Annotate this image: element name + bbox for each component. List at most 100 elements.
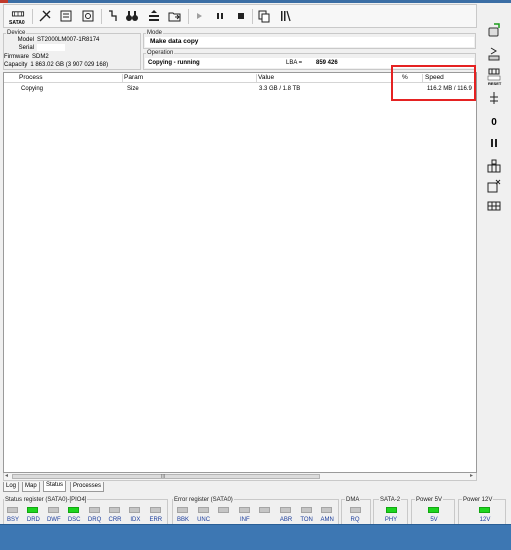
scroll-right-icon[interactable]: ▸ xyxy=(470,473,473,480)
sata2-led xyxy=(386,507,397,513)
status-register-led xyxy=(47,507,59,513)
pause-icon[interactable] xyxy=(212,8,228,24)
device-capacity-row: Capacity 1 863.02 GB (3 907 029 168) xyxy=(4,61,108,69)
row-process: Copying xyxy=(21,86,44,92)
status-register-led xyxy=(109,507,120,513)
mode-value: Make data copy xyxy=(150,38,199,45)
voltage-icon[interactable] xyxy=(485,90,503,106)
column-header-value[interactable]: Value xyxy=(258,74,274,82)
reset-label: RESET xyxy=(488,81,502,86)
status-register-led xyxy=(27,507,39,513)
power12v-group: Power 12V 12V xyxy=(458,496,506,527)
sata-port-label: SATA0 xyxy=(9,20,25,26)
dma-led-label: RQ xyxy=(350,517,360,523)
sata2-led-label: PHY xyxy=(384,517,398,523)
copy-stack-icon[interactable] xyxy=(146,8,162,24)
device-capacity-value: 1 863.02 GB (3 907 029 168) xyxy=(30,62,109,68)
scroll-left-icon[interactable]: ◂ xyxy=(5,473,8,480)
taskbar-edge xyxy=(0,524,511,525)
status-register-group: Status register (SATA0)-[PIO4] BSY DRD DWF… xyxy=(3,496,168,527)
mode-value-box: Make data copy xyxy=(145,37,474,47)
grid-lock-icon[interactable] xyxy=(485,158,503,174)
copy-pages-icon[interactable] xyxy=(256,8,272,24)
scroll-thumb[interactable]: III xyxy=(12,474,320,480)
status-register-led-label: IDX xyxy=(130,517,141,523)
tab-status[interactable]: Status xyxy=(43,481,67,492)
pause-side-icon[interactable] xyxy=(485,135,503,151)
device-model-value: ST2000LM007-1R8174 xyxy=(37,37,100,43)
error-register-led-label: AMN xyxy=(320,517,334,523)
column-divider[interactable] xyxy=(122,74,123,82)
column-header-param[interactable]: Param xyxy=(124,74,143,82)
toolbar-separator xyxy=(101,9,102,24)
zero-indicator-label: 0 xyxy=(491,116,497,128)
error-register-led xyxy=(177,507,188,513)
error-register-label: Error register (SATA0) xyxy=(173,496,234,504)
status-register-led-label: DSC xyxy=(67,517,81,523)
tally-icon[interactable] xyxy=(277,8,293,24)
error-register-led xyxy=(197,507,209,513)
status-register-led xyxy=(149,507,161,513)
grid-arrows-icon[interactable] xyxy=(485,198,503,214)
error-register-group: Error register (SATA0) BBK UNC INF ABR TON AM… xyxy=(172,496,339,527)
error-register-led xyxy=(300,507,312,513)
zero-indicator-icon[interactable]: 0 xyxy=(485,114,503,130)
power5v-led xyxy=(428,507,439,513)
error-register-led xyxy=(280,507,291,513)
mode-group: Mode Make data copy xyxy=(143,29,476,49)
error-register-led xyxy=(259,507,271,513)
device-serial-row: Serial xyxy=(6,44,65,52)
tools-icon[interactable] xyxy=(37,8,53,24)
chip-info-icon[interactable] xyxy=(58,8,74,24)
error-register-led xyxy=(218,507,230,513)
status-register-led-label: DRQ xyxy=(87,517,102,523)
tab-log[interactable]: Log xyxy=(3,482,20,492)
row-value: 3.3 GB / 1.8 TB xyxy=(259,86,301,92)
device-firmware-value: SDM2 xyxy=(32,54,49,60)
error-register-led-label: TON xyxy=(300,517,313,523)
error-register-led xyxy=(238,507,250,513)
process-list[interactable]: Process Param Value % Speed Copying Size… xyxy=(3,72,477,473)
device-model-row: Model ST2000LM007-1R8174 xyxy=(6,36,100,44)
column-header-process[interactable]: Process xyxy=(19,74,42,82)
status-register-led xyxy=(7,507,18,513)
tab-map[interactable]: Map xyxy=(22,482,40,492)
power12v-led-label: 12V xyxy=(479,517,491,523)
error-register-led-label: INF xyxy=(239,517,250,523)
power5v-label: Power 5V xyxy=(415,496,444,504)
device-serial-value xyxy=(37,44,65,51)
mode-group-label: Mode xyxy=(146,29,164,37)
error-register-led-label: UNC xyxy=(197,517,211,523)
tab-processes[interactable]: Processes xyxy=(70,482,105,492)
operation-group-label: Operation xyxy=(146,49,175,57)
error-register-led xyxy=(321,507,333,513)
error-register-led-label: ABR xyxy=(279,517,293,523)
sata2-label: SATA-2 xyxy=(379,496,402,504)
folder-arrow-icon[interactable] xyxy=(167,8,183,24)
dma-group: DMA RQ xyxy=(341,496,371,527)
play-icon[interactable] xyxy=(191,8,207,24)
binoculars-icon[interactable] xyxy=(124,8,140,24)
highlight-box xyxy=(391,65,476,101)
horizontal-scrollbar[interactable]: ◂ III ▸ xyxy=(3,473,477,481)
window-close-icon[interactable] xyxy=(485,178,503,194)
app-marker xyxy=(0,0,8,3)
taskbar xyxy=(0,524,511,550)
power12v-label: Power 12V xyxy=(462,496,494,504)
device-model-key: Model xyxy=(17,37,34,43)
drive-arrow-icon[interactable] xyxy=(485,46,503,62)
probe-icon[interactable] xyxy=(105,8,121,24)
reset-icon[interactable] xyxy=(485,66,503,82)
stop-icon[interactable] xyxy=(233,8,249,24)
window-title-strip xyxy=(0,0,511,3)
drive-plug-icon[interactable] xyxy=(485,22,503,38)
lba-value: 859 426 xyxy=(316,60,338,66)
drive-info-icon[interactable] xyxy=(80,8,96,24)
status-register-led xyxy=(88,507,100,513)
lba-label: LBA = xyxy=(286,60,303,66)
status-register-led-label: CRR xyxy=(108,517,122,523)
dma-led xyxy=(350,507,361,513)
column-divider[interactable] xyxy=(256,74,257,82)
sata2-group: SATA-2 PHY xyxy=(373,496,408,527)
right-toolbar: RESET 0 xyxy=(479,14,509,211)
